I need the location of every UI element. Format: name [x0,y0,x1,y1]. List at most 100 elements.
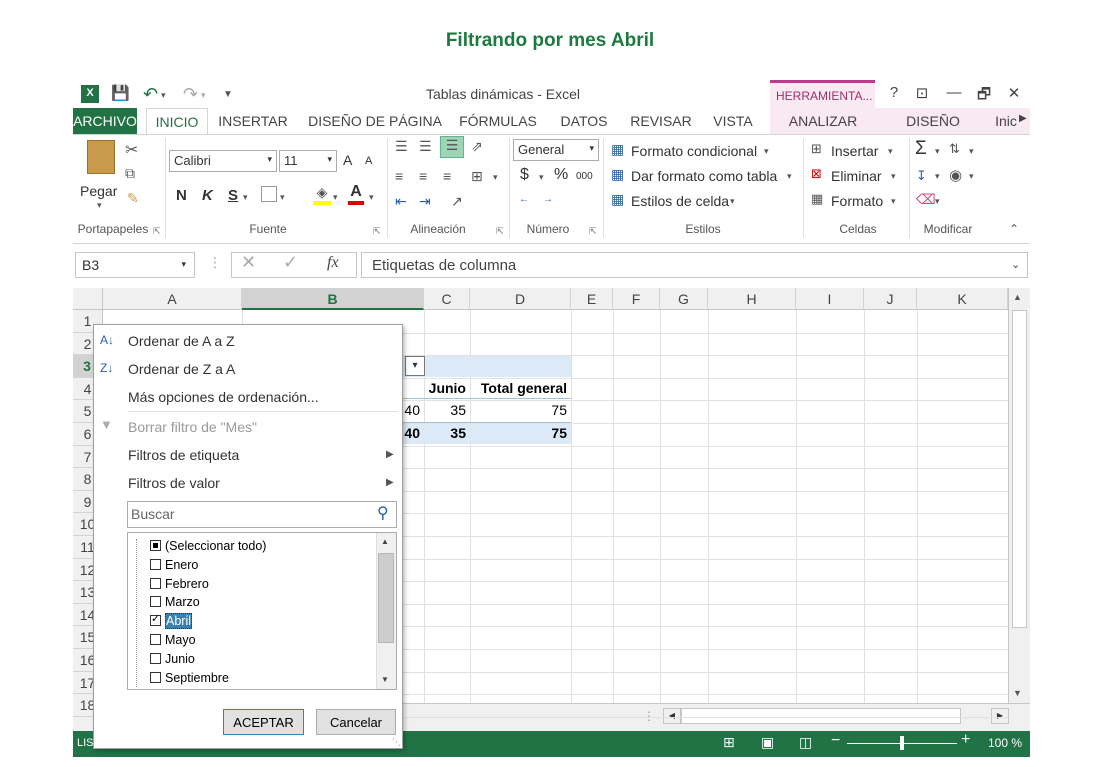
chevron-down-icon[interactable]: ▾ [888,146,893,157]
borders-icon[interactable] [261,186,277,202]
conditional-format-icon[interactable]: ▦ [611,141,624,158]
zoom-slider-thumb[interactable] [900,736,904,750]
column-header-i[interactable]: I [796,288,864,310]
filter-item[interactable]: Febrero [150,577,209,596]
tab-vista[interactable]: VISTA [708,108,758,135]
menu-more-sort[interactable]: Más opciones de ordenación... [128,389,319,405]
confirm-entry-icon[interactable]: ✓ [283,252,298,273]
zoom-out-icon[interactable]: − [831,732,840,750]
currency-dropdown-icon[interactable]: ▾ [539,172,544,183]
format-cells-icon[interactable]: ▦ [811,191,823,207]
column-header-h[interactable]: H [708,288,796,310]
normal-view-icon[interactable]: ⊞ [723,734,735,751]
format-table-button[interactable]: Dar formato como tabla [631,168,777,184]
thousands-button[interactable]: 000 [576,171,593,182]
filter-item[interactable]: (Seleccionar todo) [150,539,266,558]
insert-cells-button[interactable]: Insertar [831,143,878,159]
column-header-j[interactable]: J [864,288,917,310]
paste-button-label[interactable]: Pegar [80,183,117,199]
column-header-a[interactable]: A [103,288,242,310]
tab-scroll-right-icon[interactable]: ▶ [1019,113,1027,124]
column-header-f[interactable]: F [613,288,660,310]
menu-sort-az[interactable]: Ordenar de A a Z [128,333,235,349]
font-color-dropdown-icon[interactable]: ▾ [369,192,374,203]
formula-input[interactable]: Etiquetas de columna [361,252,1028,278]
underline-button[interactable]: S [228,187,238,204]
text-direction-icon[interactable]: ↗ [451,193,463,210]
filter-item[interactable]: Enero [150,558,198,577]
tab-diseno[interactable]: DISEÑO [898,108,968,135]
checkbox-icon[interactable] [150,558,161,570]
filter-item[interactable]: Mayo [150,633,196,652]
bold-button[interactable]: N [176,187,187,204]
pivot-cell-d6[interactable]: 75 [470,425,571,441]
undo-icon[interactable]: ↶ [143,84,158,105]
zoom-level[interactable]: 100 % [988,736,1022,750]
filter-search-input[interactable]: Buscar [127,501,397,528]
chevron-down-icon[interactable]: ▾ [891,171,896,182]
scroll-down-icon[interactable]: ▼ [1013,688,1022,698]
column-header-b[interactable]: B [242,288,424,310]
font-name-select[interactable]: Calibri ▾ [169,150,277,172]
shrink-font-icon[interactable]: A [365,155,372,167]
underline-dropdown-icon[interactable]: ▾ [243,192,248,203]
increase-decimal-icon[interactable]: ← [519,194,529,205]
filter-item[interactable]: ✓ Abril [150,613,193,633]
undo-dropdown-icon[interactable]: ▾ [161,90,166,101]
align-right-icon[interactable]: ≡ [443,168,451,184]
chevron-down-icon[interactable]: ▾ [787,171,792,182]
decrease-indent-icon[interactable]: ⇤ [395,193,407,210]
column-header-c[interactable]: C [424,288,470,310]
filter-values-list[interactable]: ▲ ▼ (Seleccionar todo) Enero Febrero Marzo ✓… [127,532,397,690]
chevron-down-icon[interactable]: ▾ [730,196,735,207]
chevron-down-icon[interactable]: ▾ [935,196,940,207]
search-icon[interactable]: ⚲ [377,503,389,523]
menu-value-filters[interactable]: Filtros de valor [128,475,220,491]
page-break-icon[interactable]: ◫ [799,734,812,751]
scroll-up-icon[interactable]: ▲ [1013,292,1022,302]
tab-analizar[interactable]: ANALIZAR [783,108,863,135]
insert-function-button[interactable]: fx [327,254,339,272]
menu-clear-filter[interactable]: Borrar filtro de "Mes" [128,419,257,435]
expand-formula-icon[interactable]: ⌄ [1011,258,1020,271]
find-select-icon[interactable]: ◉ [949,166,962,184]
customize-qat-icon[interactable]: ▼ [223,89,233,100]
checkbox-icon[interactable] [150,671,161,683]
checkbox-icon[interactable] [150,577,161,589]
list-scroll-thumb[interactable] [378,553,394,643]
ok-button[interactable]: ACEPTAR [223,709,304,735]
italic-button[interactable]: K [202,187,213,204]
column-header-k[interactable]: K [917,288,1008,310]
chevron-down-icon[interactable]: ▾ [764,146,769,157]
percent-button[interactable]: % [554,166,568,184]
filter-item[interactable]: Septiembre [150,671,229,689]
paste-icon[interactable] [87,140,115,174]
font-launcher-icon[interactable]: ⇱ [373,226,381,237]
checkbox-partial-icon[interactable] [150,540,161,551]
zoom-in-icon[interactable]: + [961,731,970,749]
column-header-d[interactable]: D [470,288,571,310]
pivot-filter-dropdown-icon[interactable]: ▾ [405,356,425,376]
tab-datos[interactable]: DATOS [555,108,613,135]
orientation-icon[interactable]: ⇗ [471,138,483,155]
align-center-icon[interactable]: ≡ [419,168,427,184]
cut-icon[interactable]: ✂ [125,140,138,160]
scroll-up-icon[interactable]: ▲ [381,537,389,546]
insert-cells-icon[interactable]: ⊞ [811,141,822,157]
fill-icon[interactable]: ↧ [916,168,927,184]
grow-font-icon[interactable]: A [343,152,352,168]
merge-dropdown-icon[interactable]: ▾ [493,172,498,183]
resize-grip-icon[interactable]: ⋱ [392,737,401,748]
collapse-ribbon-icon[interactable]: ⌃ [1009,222,1019,236]
pivot-cell-d4[interactable]: Total general [470,380,571,396]
format-cells-button[interactable]: Formato [831,193,883,209]
menu-label-filters[interactable]: Filtros de etiqueta [128,447,239,463]
ribbon-display-icon[interactable]: ⊡ [909,84,935,102]
merge-center-icon[interactable]: ⊞ [471,168,483,185]
checkbox-checked-icon[interactable]: ✓ [150,613,161,627]
checkbox-icon[interactable] [150,596,161,608]
font-size-select[interactable]: 11 ▾ [279,150,337,172]
align-middle-icon[interactable]: ☰ [419,138,432,155]
tab-inicio[interactable]: INICIO [146,108,208,135]
scroll-down-icon[interactable]: ▼ [381,675,389,684]
